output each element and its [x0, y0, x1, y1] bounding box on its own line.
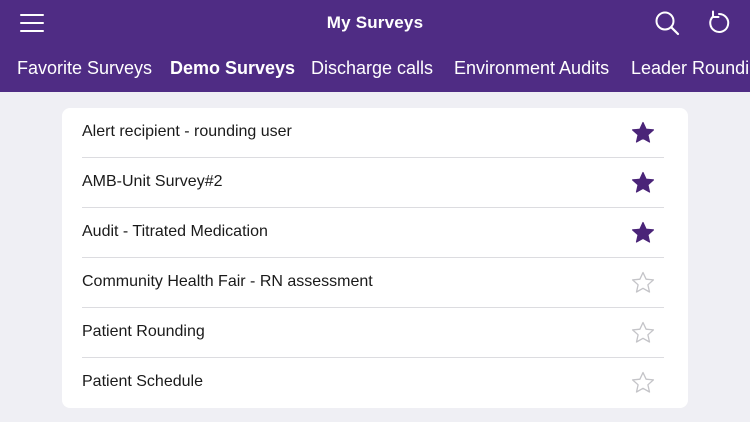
- tab-environment-audits[interactable]: Environment Audits: [454, 58, 609, 79]
- tab-leader-rounding[interactable]: Leader Roundi: [631, 58, 749, 79]
- star-outline-icon[interactable]: [631, 371, 655, 395]
- survey-name: Community Health Fair - RN assessment: [82, 273, 373, 290]
- star-filled-icon[interactable]: [631, 171, 655, 195]
- tab-demo-surveys[interactable]: Demo Surveys: [170, 58, 295, 79]
- star-outline-icon[interactable]: [631, 271, 655, 295]
- tab-discharge-calls[interactable]: Discharge calls: [311, 58, 433, 79]
- survey-name: Audit - Titrated Medication: [82, 223, 268, 240]
- survey-name: AMB-Unit Survey#2: [82, 173, 223, 190]
- survey-name: Alert recipient - rounding user: [82, 123, 292, 140]
- refresh-icon[interactable]: [705, 9, 733, 37]
- survey-list-item[interactable]: Patient Schedule: [62, 358, 688, 408]
- star-filled-icon[interactable]: [631, 121, 655, 145]
- survey-name: Patient Rounding: [82, 323, 205, 340]
- search-icon[interactable]: [653, 9, 681, 37]
- tab-favorite-surveys[interactable]: Favorite Surveys: [17, 58, 152, 79]
- survey-list-item[interactable]: AMB-Unit Survey#2: [62, 158, 688, 208]
- survey-list: Alert recipient - rounding user AMB-Unit…: [62, 108, 688, 408]
- title-row: My Surveys: [0, 0, 750, 46]
- survey-list-item[interactable]: Patient Rounding: [62, 308, 688, 358]
- star-filled-icon[interactable]: [631, 221, 655, 245]
- star-outline-icon[interactable]: [631, 321, 655, 345]
- page-title: My Surveys: [326, 13, 424, 32]
- survey-category-tabs: Favorite Surveys Demo Surveys Discharge …: [0, 46, 750, 92]
- survey-list-item[interactable]: Alert recipient - rounding user: [62, 108, 688, 158]
- survey-list-item[interactable]: Audit - Titrated Medication: [62, 208, 688, 258]
- survey-list-item[interactable]: Community Health Fair - RN assessment: [62, 258, 688, 308]
- survey-name: Patient Schedule: [82, 373, 203, 390]
- top-bar: My Surveys Favorite Surveys Demo Surveys…: [0, 0, 750, 92]
